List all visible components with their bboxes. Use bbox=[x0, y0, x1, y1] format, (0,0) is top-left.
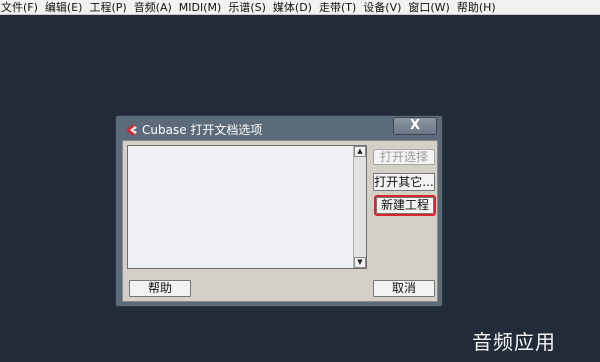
close-button[interactable]: X bbox=[393, 117, 437, 135]
menu-edit[interactable]: 编辑(E) bbox=[43, 0, 88, 15]
project-list[interactable]: ▲ ▼ bbox=[127, 145, 367, 269]
cancel-button[interactable]: 取消 bbox=[373, 280, 435, 297]
new-project-button[interactable]: 新建工程 bbox=[374, 195, 436, 216]
menu-transport[interactable]: 走带(T) bbox=[317, 0, 361, 15]
dialog-titlebar[interactable]: Cubase 打开文档选项 X bbox=[116, 116, 442, 140]
dialog-title: Cubase 打开文档选项 bbox=[142, 123, 263, 137]
list-scrollbar[interactable]: ▲ ▼ bbox=[353, 146, 366, 268]
menu-devices[interactable]: 设备(V) bbox=[361, 0, 406, 15]
open-document-dialog: Cubase 打开文档选项 X ▲ ▼ 打开选择 打开其它... 新建工程 帮助… bbox=[115, 115, 443, 307]
menu-bar: 文件(F) 编辑(E) 工程(P) 音频(A) MIDI(M) 乐谱(S) 媒体… bbox=[0, 0, 600, 15]
menu-file[interactable]: 文件(F) bbox=[0, 0, 43, 15]
scroll-down-icon[interactable]: ▼ bbox=[354, 257, 366, 268]
menu-media[interactable]: 媒体(D) bbox=[271, 0, 317, 15]
menu-midi[interactable]: MIDI(M) bbox=[177, 0, 227, 15]
open-selected-button[interactable]: 打开选择 bbox=[373, 149, 435, 165]
open-other-button[interactable]: 打开其它... bbox=[373, 173, 435, 191]
watermark-text: 音频应用 bbox=[472, 330, 556, 354]
menu-window[interactable]: 窗口(W) bbox=[406, 0, 454, 15]
scroll-up-icon[interactable]: ▲ bbox=[354, 146, 366, 157]
menu-audio[interactable]: 音频(A) bbox=[132, 0, 177, 15]
menu-help[interactable]: 帮助(H) bbox=[455, 0, 501, 15]
dialog-body: ▲ ▼ 打开选择 打开其它... 新建工程 帮助 取消 bbox=[122, 140, 438, 302]
close-icon: X bbox=[409, 118, 421, 133]
menu-project[interactable]: 工程(P) bbox=[87, 0, 131, 15]
cubase-logo-icon bbox=[124, 122, 138, 136]
menu-scores[interactable]: 乐谱(S) bbox=[226, 0, 271, 15]
help-button[interactable]: 帮助 bbox=[129, 280, 191, 297]
